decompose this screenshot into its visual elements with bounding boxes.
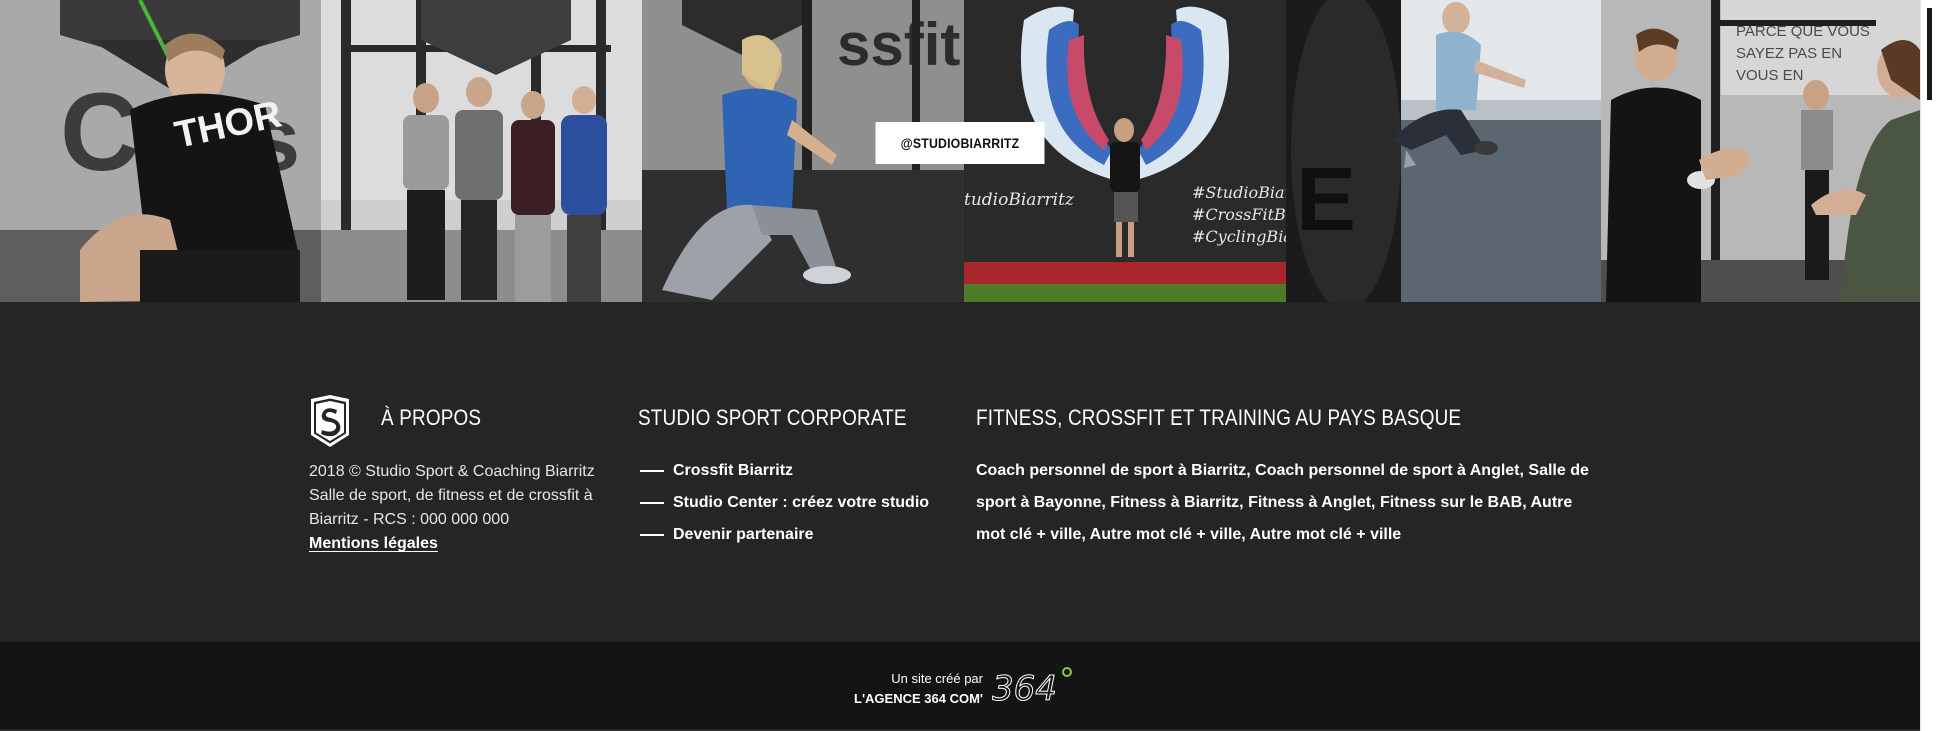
footer-link-label: Crossfit Biarritz	[673, 462, 794, 479]
footer-link-label: Devenir partenaire	[673, 526, 814, 543]
instagram-photo[interactable]: PARCE QUE VOUS SAYEZ PAS EN VOUS EN	[1601, 0, 1920, 302]
credit-bar: Un site créé par L'AGENCE 364 COM' 364	[0, 642, 1920, 729]
corporate-links: Crossfit Biarritz Studio Center : créez …	[640, 455, 929, 551]
footer-link-partner[interactable]: Devenir partenaire	[640, 519, 929, 551]
scrollbar-thumb[interactable]	[1927, 8, 1932, 100]
about-text: 2018 © Studio Sport & Coaching Biarritz …	[309, 460, 619, 556]
agency-name: L'AGENCE 364 COM'	[854, 691, 983, 706]
mural-text: #StudioBiarri	[1192, 183, 1286, 202]
wall-text: VOUS EN	[1736, 67, 1804, 84]
dash-icon	[640, 502, 664, 504]
about-title: À PROPOS	[381, 405, 482, 430]
scrollbar[interactable]	[1920, 0, 1937, 731]
studio-logo-icon	[311, 395, 349, 447]
seo-keywords-text: Coach personnel de sport à Biarritz, Coa…	[976, 462, 1589, 543]
instagram-photo[interactable]	[321, 0, 642, 302]
svg-text:C: C	[60, 71, 139, 194]
credit-line: Un site créé par	[891, 671, 983, 686]
company-description: Salle de sport, de fitness et de crossfi…	[309, 487, 593, 528]
corporate-title: STUDIO SPORT CORPORATE	[638, 405, 907, 430]
page: C s THOR ssfit tudioBiarritz #StudioBia …	[0, 0, 1920, 731]
dash-icon	[640, 470, 664, 472]
fitness-title: FITNESS, CROSSFIT ET TRAINING AU PAYS BA…	[976, 405, 1462, 430]
svg-text:E: E	[1296, 150, 1356, 250]
mural-text: #CyclingBiar	[1192, 227, 1286, 246]
footer-link-studio-center[interactable]: Studio Center : créez votre studio	[640, 487, 929, 519]
agency-credit[interactable]: Un site créé par L'AGENCE 364 COM'	[854, 669, 983, 709]
agency-logo-text: 364	[992, 669, 1057, 708]
footer: À PROPOS 2018 © Studio Sport & Coaching …	[0, 302, 1920, 642]
agency-logo-dot-icon	[1062, 667, 1072, 677]
instagram-gallery: C s THOR ssfit tudioBiarritz #StudioBia …	[0, 0, 1920, 302]
dash-icon	[640, 534, 664, 536]
mural-text: tudioBiarritz	[964, 190, 1075, 210]
instagram-photo[interactable]: C s THOR	[0, 0, 321, 302]
legal-notice-link[interactable]: Mentions légales	[309, 535, 438, 552]
mural-text: #CrossFitBiar	[1192, 205, 1286, 224]
instagram-handle[interactable]: @STUDIOBIARRITZ	[875, 122, 1045, 164]
agency-364-logo[interactable]: 364	[992, 664, 1072, 708]
svg-text:ssfit: ssfit	[837, 11, 960, 78]
footer-link-crossfit[interactable]: Crossfit Biarritz	[640, 455, 929, 487]
footer-link-label: Studio Center : créez votre studio	[673, 494, 930, 511]
instagram-photo[interactable]: E	[1286, 0, 1601, 302]
wall-text: SAYEZ PAS EN	[1736, 45, 1842, 62]
copyright-text: 2018 © Studio Sport & Coaching Biarritz	[309, 463, 595, 480]
